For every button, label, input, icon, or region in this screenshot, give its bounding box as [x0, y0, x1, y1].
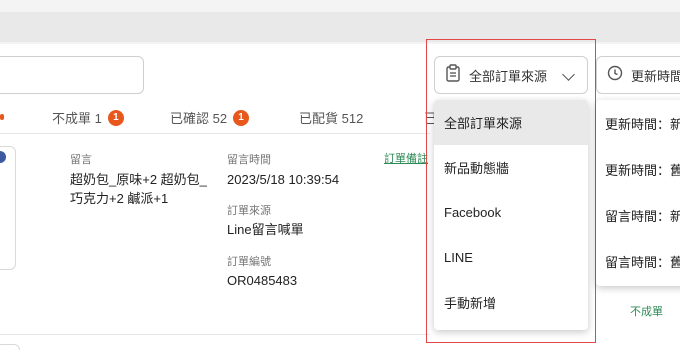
order-number-label: 訂單編號 — [227, 256, 271, 268]
order-source-select-label: 全部訂單來源 — [469, 68, 548, 84]
tab-incomplete-badge: 1 — [107, 109, 124, 126]
sort-select-label: 更新時間 — [631, 68, 680, 84]
header-band — [0, 12, 680, 42]
clipboard-icon — [445, 63, 461, 87]
sort-option-message-newest[interactable]: 留言時間：新 — [596, 192, 680, 238]
tab-allocated-label: 已配貨 512 — [299, 111, 364, 126]
sort-option-message-oldest[interactable]: 留言時間：舊 — [596, 238, 680, 284]
sort-menu: 更新時間：新 更新時間：舊 留言時間：新 留言時間：舊 — [596, 100, 680, 286]
tab-confirmed-badge: 1 — [233, 109, 250, 126]
message-label: 留言 — [70, 154, 92, 166]
tab-confirmed-label: 已確認 52 — [170, 111, 228, 126]
tab-confirmed[interactable]: 已確認 52 1 — [170, 108, 250, 127]
order-card-edge — [0, 146, 16, 270]
chevron-down-icon — [562, 68, 575, 81]
message-time-value: 2023/5/18 10:39:54 — [227, 172, 340, 187]
avatar — [0, 151, 6, 163]
source-option-all[interactable]: 全部訂單來源 — [434, 100, 588, 145]
search-input[interactable] — [0, 56, 144, 94]
sort-option-updated-newest[interactable]: 更新時間：新 — [596, 100, 680, 146]
order-source-value: Line留言喊單 — [227, 222, 304, 237]
source-option-facebook[interactable]: Facebook — [434, 190, 588, 235]
order-source-label: 訂單來源 — [227, 205, 271, 217]
active-tab-indicator — [0, 114, 4, 120]
message-time-label: 留言時間 — [227, 154, 271, 166]
clock-icon — [607, 65, 623, 86]
tab-incomplete[interactable]: 不成單 1 1 — [52, 108, 124, 127]
source-option-manual[interactable]: 手動新增 — [434, 280, 588, 325]
tabs-divider — [0, 133, 430, 134]
top-header-bar — [0, 0, 680, 44]
order-source-select[interactable]: 全部訂單來源 — [434, 56, 588, 94]
source-option-new-wall[interactable]: 新品動態牆 — [434, 145, 588, 190]
tab-allocated[interactable]: 已配貨 512 — [299, 108, 363, 127]
sort-select[interactable]: 更新時間 — [596, 56, 680, 94]
message-value: 超奶包_原味+2 超奶包_巧克力+2 鹹派+1 — [70, 172, 207, 206]
order-source-menu: 全部訂單來源 新品動態牆 Facebook LINE 手動新增 — [434, 100, 588, 330]
next-card-edge — [0, 344, 20, 350]
sort-option-updated-oldest[interactable]: 更新時間：舊 — [596, 146, 680, 192]
order-number-value: OR0485483 — [227, 273, 298, 288]
order-note-link[interactable]: 訂單備註 — [384, 150, 428, 166]
incomplete-status-link[interactable]: 不成單 — [630, 303, 663, 319]
tab-incomplete-label: 不成單 1 — [52, 111, 102, 126]
status-tabs: 不成單 1 1 已確認 52 1 已配貨 512 已 — [0, 100, 437, 136]
row-divider — [0, 334, 430, 335]
source-option-line[interactable]: LINE — [434, 235, 588, 280]
